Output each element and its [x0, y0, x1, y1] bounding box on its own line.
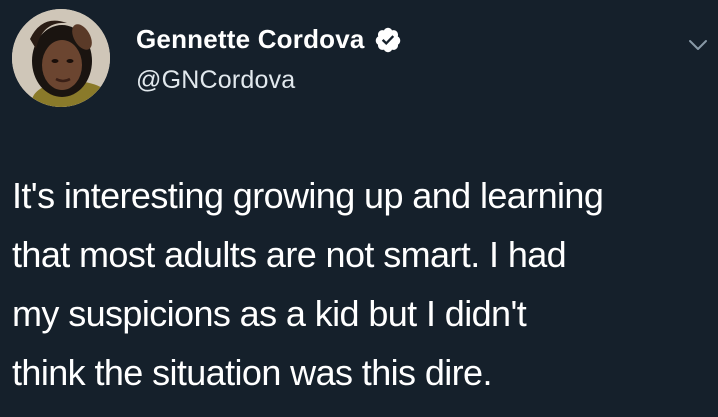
chevron-down-icon[interactable] [688, 38, 708, 52]
tweet-text-line: that most adults are not smart. I had [12, 234, 567, 275]
avatar[interactable] [12, 9, 110, 107]
author-name-text: Gennette Cordova [136, 24, 365, 54]
tweet-card: Gennette Cordova @GNCordova It's interes… [0, 0, 718, 417]
tweet-text-line: my suspicions as a kid but I didn't [12, 293, 527, 334]
author-display-name[interactable]: Gennette Cordova [136, 24, 402, 55]
tweet-text-line: It's interesting growing up and learning [12, 175, 604, 216]
verified-badge-icon [374, 26, 402, 54]
author-handle[interactable]: @GNCordova [136, 66, 295, 95]
avatar-image [12, 9, 110, 107]
tweet-text: It's interesting growing up and learning… [12, 166, 712, 402]
tweet-text-line: think the situation was this dire. [12, 352, 492, 393]
